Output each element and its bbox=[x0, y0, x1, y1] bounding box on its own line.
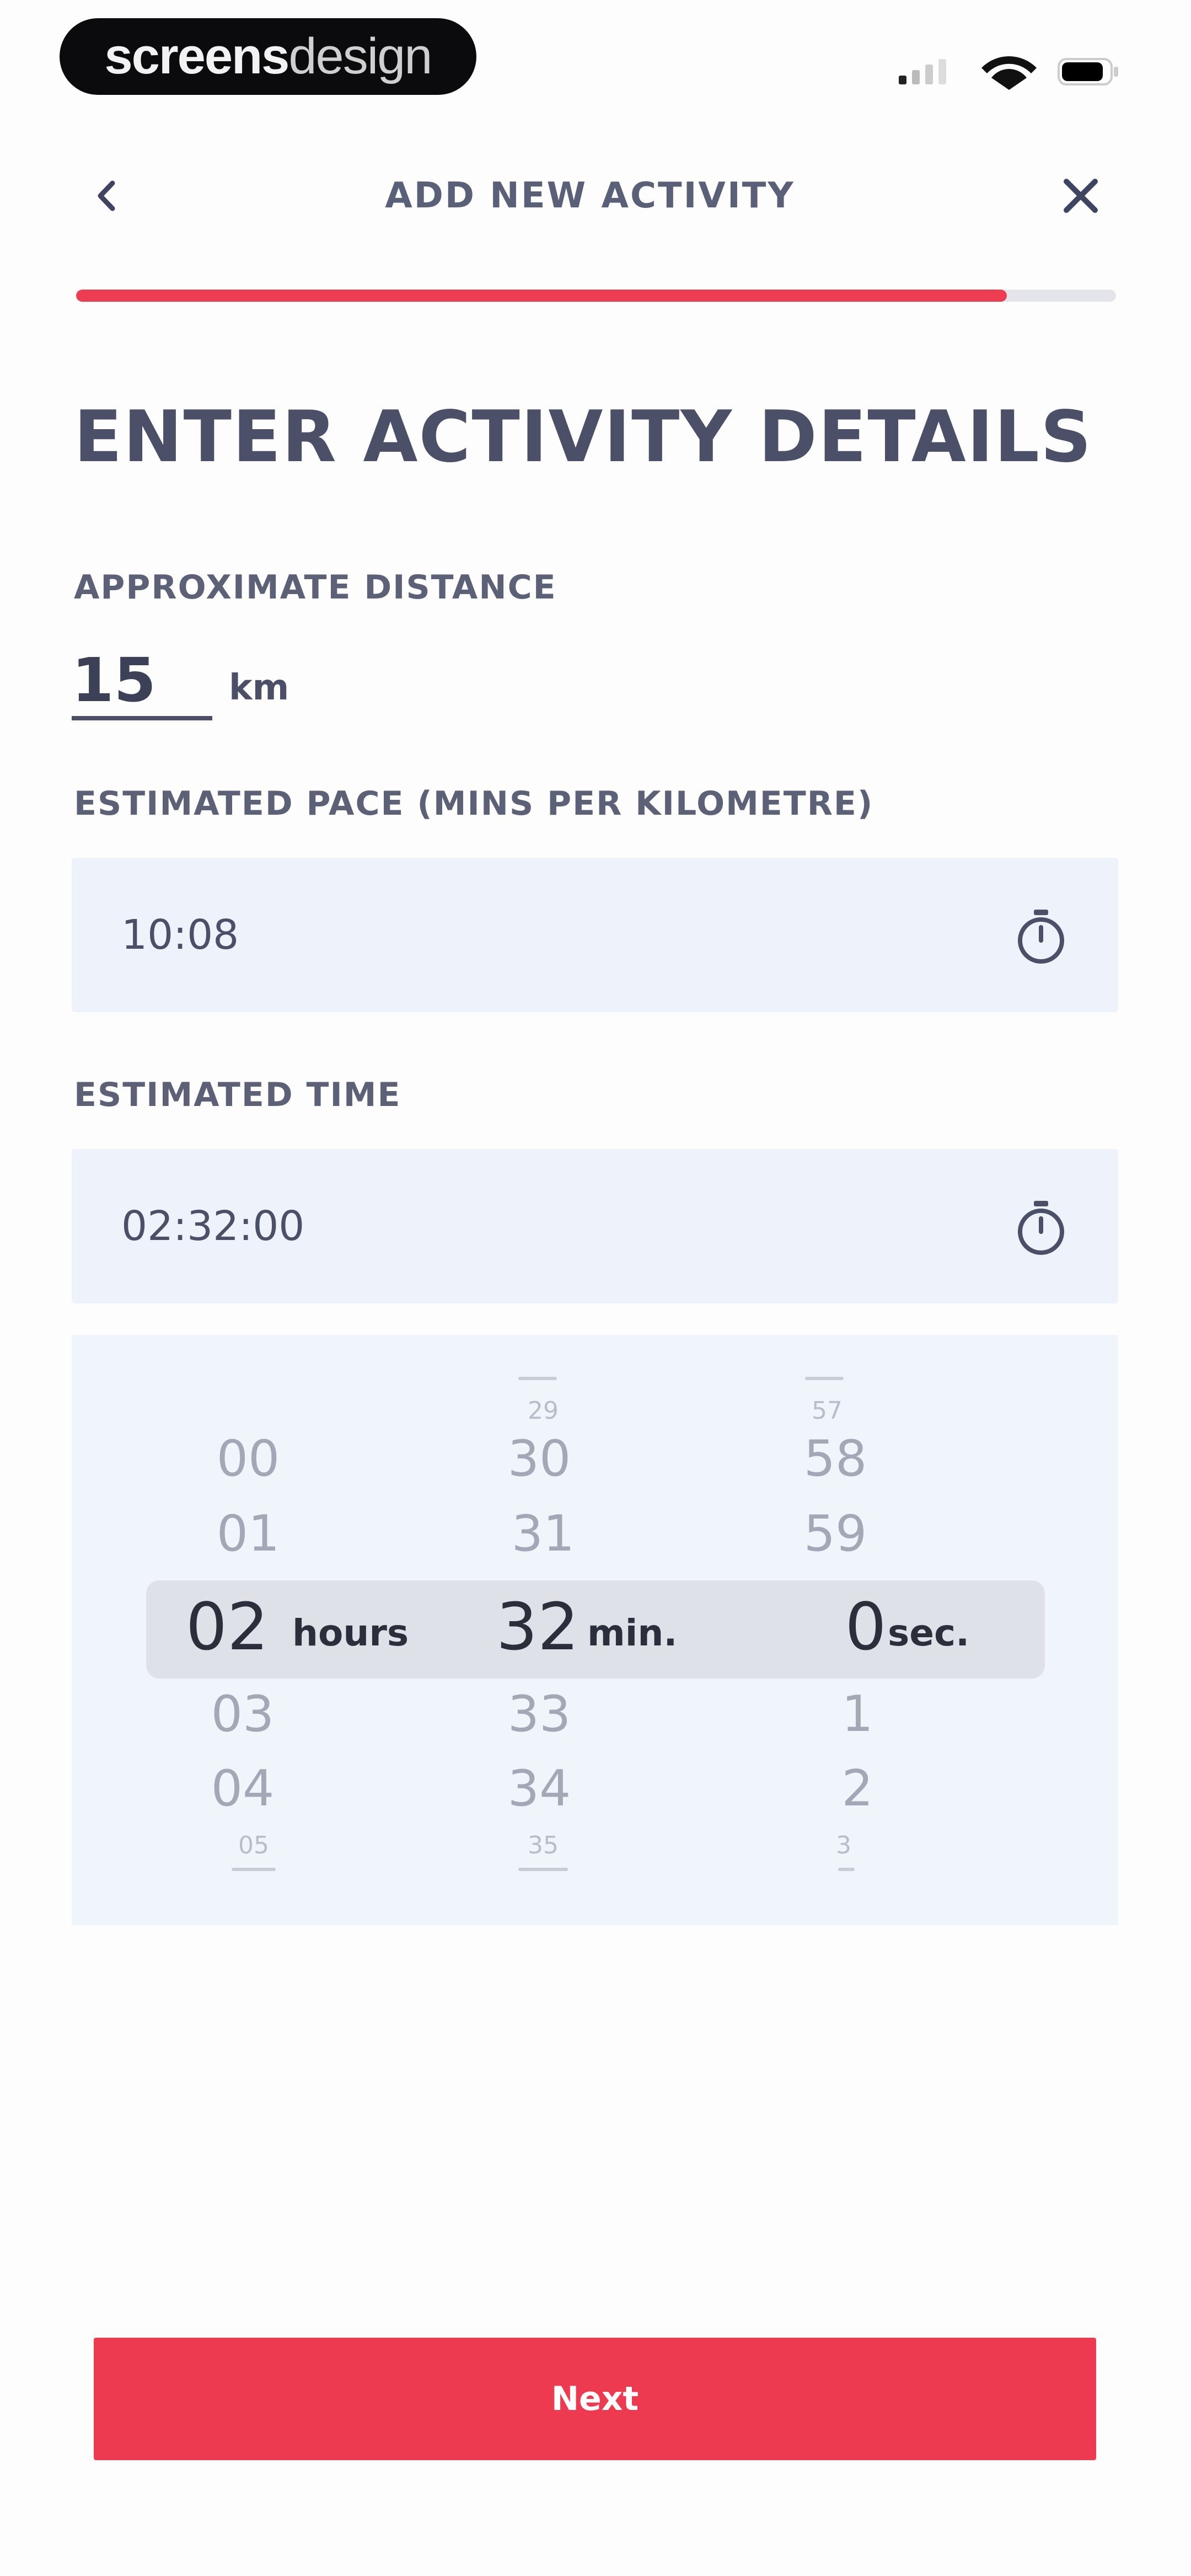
picker-edge-mark bbox=[518, 1868, 568, 1871]
time-label: ESTIMATED TIME bbox=[74, 1076, 401, 1114]
battery-icon bbox=[1058, 58, 1118, 85]
minutes-option[interactable]: 30 bbox=[508, 1430, 571, 1488]
close-button[interactable] bbox=[1050, 165, 1111, 226]
seconds-option[interactable]: 1 bbox=[841, 1685, 873, 1743]
brand-logo: screensdesign bbox=[60, 18, 476, 95]
picker-edge-mark bbox=[518, 1377, 557, 1380]
next-button[interactable]: Next bbox=[94, 2338, 1096, 2460]
back-button[interactable] bbox=[77, 165, 138, 226]
pace-field[interactable]: 10:08 bbox=[72, 858, 1118, 1012]
pace-label: ESTIMATED PACE (MINS PER KILOMETRE) bbox=[74, 784, 874, 823]
hours-option[interactable]: 04 bbox=[211, 1760, 275, 1818]
minutes-selected[interactable]: 32 bbox=[496, 1589, 579, 1665]
minutes-option-far-below[interactable]: 35 bbox=[528, 1831, 559, 1859]
seconds-unit: sec. bbox=[888, 1612, 970, 1654]
seconds-option[interactable]: 58 bbox=[804, 1430, 867, 1488]
seconds-option[interactable]: 59 bbox=[804, 1505, 867, 1563]
distance-label: APPROXIMATE DISTANCE bbox=[74, 568, 557, 607]
distance-input[interactable]: 15 bbox=[72, 644, 212, 720]
seconds-option-far-above[interactable]: 57 bbox=[812, 1397, 843, 1425]
minutes-option[interactable]: 31 bbox=[512, 1505, 575, 1563]
chevron-left-icon bbox=[98, 180, 115, 211]
hours-option[interactable]: 01 bbox=[217, 1505, 280, 1563]
picker-edge-mark bbox=[838, 1868, 855, 1871]
time-value: 02:32:00 bbox=[121, 1203, 305, 1250]
minutes-option[interactable]: 34 bbox=[508, 1760, 571, 1818]
progress-bar bbox=[76, 290, 1116, 302]
close-icon bbox=[1064, 179, 1098, 213]
wifi-icon bbox=[981, 56, 1037, 90]
brand-logo-part2: design bbox=[288, 28, 432, 84]
seconds-option-far-below[interactable]: 3 bbox=[836, 1831, 851, 1859]
page-title: ENTER ACTIVITY DETAILS bbox=[74, 396, 1093, 478]
hours-unit: hours bbox=[292, 1612, 409, 1654]
minutes-unit: min. bbox=[587, 1612, 678, 1654]
distance-unit: km bbox=[229, 667, 289, 708]
minutes-option-far-above[interactable]: 29 bbox=[528, 1397, 559, 1425]
minutes-option[interactable]: 33 bbox=[508, 1685, 571, 1743]
picker-edge-mark bbox=[805, 1377, 844, 1380]
brand-logo-part1: screens bbox=[104, 28, 290, 84]
hours-option[interactable]: 00 bbox=[217, 1430, 280, 1488]
seconds-option[interactable]: 2 bbox=[841, 1760, 873, 1818]
cellular-signal-icon bbox=[899, 59, 946, 84]
status-bar-icons bbox=[899, 56, 1118, 90]
stopwatch-icon[interactable] bbox=[1011, 906, 1071, 967]
header-title: ADD NEW ACTIVITY bbox=[385, 175, 795, 216]
stopwatch-icon[interactable] bbox=[1011, 1198, 1071, 1258]
progress-bar-fill bbox=[76, 290, 1007, 302]
hours-option[interactable]: 03 bbox=[211, 1685, 275, 1743]
hours-option-far-below[interactable]: 05 bbox=[238, 1831, 269, 1859]
hours-selected[interactable]: 02 bbox=[186, 1589, 269, 1665]
seconds-selected[interactable]: 0 bbox=[845, 1589, 886, 1665]
pace-value: 10:08 bbox=[121, 911, 239, 959]
time-picker[interactable]: 00 01 02 hours 03 04 05 29 30 31 32 min.… bbox=[72, 1335, 1118, 1925]
time-field[interactable]: 02:32:00 bbox=[72, 1149, 1118, 1303]
picker-edge-mark bbox=[232, 1868, 276, 1871]
